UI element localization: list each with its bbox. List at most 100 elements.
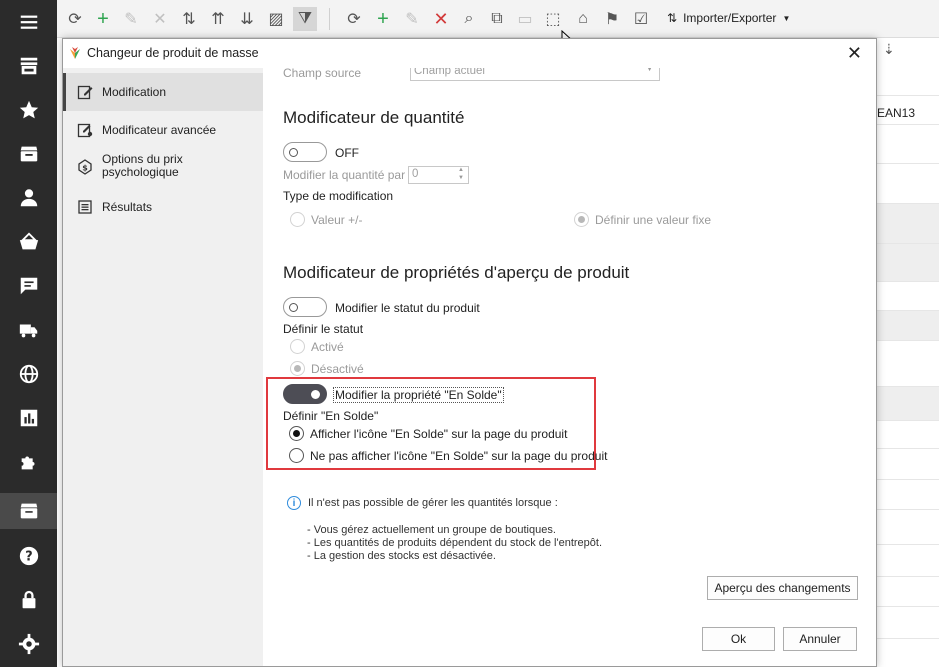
cancel-button[interactable]: Annuler: [783, 627, 857, 651]
nav-item-label: Modificateur avancée: [102, 123, 217, 137]
category-icon[interactable]: ⌂: [571, 7, 595, 31]
dialog-content: Champ source Champ actuel ▼ Modificateur…: [263, 68, 876, 666]
on-sale-toggle-label: Modifier la propriété "En Solde": [333, 387, 504, 403]
hide-on-sale-radio[interactable]: [289, 448, 304, 463]
nav-item-modification[interactable]: Modification: [63, 73, 263, 111]
add-icon[interactable]: +: [91, 7, 115, 31]
cancel-label: Annuler: [799, 632, 841, 646]
edit-icon[interactable]: ✎: [400, 7, 424, 31]
active-radio[interactable]: [290, 339, 305, 354]
import-export-button[interactable]: ⇅ Importer/Exporter ▼: [667, 11, 790, 25]
unassign-icon[interactable]: ⚑: [600, 7, 624, 31]
delete-icon[interactable]: ✕: [429, 7, 453, 31]
nav-item-results[interactable]: Résultats: [63, 197, 263, 217]
list-icon: [78, 200, 92, 214]
dialog-title: Changeur de produit de masse: [87, 46, 259, 60]
close-icon[interactable]: ✕: [847, 43, 862, 64]
filter-icon[interactable]: ⇣: [883, 41, 895, 58]
quantity-stepper[interactable]: 0 ▲ ▼: [408, 166, 469, 184]
quantity-section-title: Modificateur de quantité: [283, 108, 465, 127]
edit-note-icon: [77, 85, 93, 100]
inbox-icon[interactable]: [0, 136, 57, 172]
chevron-down-icon: ▼: [646, 68, 653, 73]
edit-icon[interactable]: ✎: [119, 7, 143, 31]
star-icon[interactable]: [0, 92, 57, 128]
modify-quantity-label: Modifier la quantité par: [283, 168, 406, 182]
refresh-icon[interactable]: ⟳: [63, 7, 87, 31]
nav-item-label: Résultats: [102, 200, 153, 214]
svg-text:$: $: [82, 164, 88, 173]
on-sale-toggle[interactable]: [283, 384, 327, 404]
modification-type-label: Type de modification: [283, 189, 394, 203]
price-tag-icon: $: [78, 159, 92, 175]
mass-product-changer-dialog: Changeur de produit de masse ✕ Modificat…: [62, 38, 877, 667]
globe-icon[interactable]: [0, 356, 57, 392]
add-icon[interactable]: +: [371, 7, 395, 31]
chevron-down-icon: ▼: [782, 13, 791, 23]
lock-icon[interactable]: [0, 582, 57, 618]
catalog-icon[interactable]: [0, 493, 57, 529]
status-toggle-label: Modifier le statut du produit: [335, 301, 480, 315]
preview-changes-button[interactable]: Aperçu des changements: [707, 576, 858, 600]
info-line: - Vous gérez actuellement un groupe de b…: [307, 524, 556, 536]
clone-icon[interactable]: ⬚: [541, 7, 565, 31]
ok-label: Ok: [730, 632, 747, 646]
user-icon[interactable]: [0, 180, 57, 216]
chat-icon[interactable]: [0, 268, 57, 304]
delete-icon[interactable]: ✕: [148, 7, 172, 31]
status-toggle[interactable]: [283, 297, 327, 317]
inactive-radio[interactable]: [290, 361, 305, 376]
info-line: - La gestion des stocks est désactivée.: [307, 550, 496, 562]
help-icon[interactable]: ?: [0, 538, 57, 574]
filter-icon[interactable]: ⧩: [293, 7, 317, 31]
import-up-icon[interactable]: ⇈: [206, 7, 230, 31]
basket-icon[interactable]: [0, 224, 57, 260]
fixed-value-label: Définir une valeur fixe: [595, 213, 712, 227]
sort-icon[interactable]: ⇅: [177, 7, 201, 31]
left-nav-rail: ?: [0, 0, 57, 667]
store-icon[interactable]: [0, 48, 57, 84]
on-sale-label: Définir "En Solde": [283, 409, 379, 423]
image-icon[interactable]: ▨: [264, 7, 288, 31]
preview-section-title: Modificateur de propriétés d'aperçu de p…: [283, 263, 630, 282]
nav-item-advanced[interactable]: Modificateur avancée: [63, 120, 263, 140]
import-down-icon[interactable]: ⇊: [235, 7, 259, 31]
paste-icon[interactable]: ▭: [513, 7, 537, 31]
column-header-ean13[interactable]: EAN13: [877, 106, 915, 120]
gear-icon[interactable]: [0, 626, 57, 662]
show-on-sale-label: Afficher l'icône "En Solde" sur la page …: [310, 427, 568, 441]
quantity-toggle-label: OFF: [335, 146, 359, 160]
refresh-icon[interactable]: ⟳: [342, 7, 366, 31]
info-line: - Les quantités de produits dépendent du…: [307, 537, 603, 549]
quantity-value: 0: [412, 168, 419, 180]
inactive-label: Désactivé: [311, 362, 364, 376]
show-on-sale-radio[interactable]: [289, 426, 304, 441]
background-product-grid: ⇣ EAN13: [877, 38, 939, 667]
ok-button[interactable]: Ok: [702, 627, 775, 651]
hide-on-sale-label: Ne pas afficher l'icône "En Solde" sur l…: [310, 449, 608, 463]
svg-text:?: ?: [25, 550, 32, 565]
value-plus-minus-radio[interactable]: [290, 212, 305, 227]
fixed-value-radio[interactable]: [574, 212, 589, 227]
search-icon[interactable]: ⌕: [457, 7, 481, 31]
nav-item-label: Modification: [102, 85, 167, 99]
copy-icon[interactable]: ⧉: [485, 7, 509, 31]
assign-icon[interactable]: ☑: [629, 7, 653, 31]
quantity-toggle[interactable]: [283, 142, 327, 162]
status-label: Définir le statut: [283, 322, 364, 336]
stats-icon[interactable]: [0, 400, 57, 436]
truck-icon[interactable]: [0, 312, 57, 348]
main-toolbar: ⟳ + ✎ ✕ ⇅ ⇈ ⇊ ▨ ⧩ ⟳ + ✎ ✕ ⌕ ⧉ ▭ ⬚ ⌂ ⚑ ☑ …: [57, 0, 939, 38]
advanced-edit-icon: [77, 123, 93, 138]
dialog-titlebar: Changeur de produit de masse ✕: [63, 39, 876, 68]
nav-item-label: Options du prix psychologique: [102, 152, 183, 179]
hamburger-menu-icon[interactable]: [0, 4, 57, 40]
info-heading: Il n'est pas possible de gérer les quant…: [308, 497, 558, 509]
puzzle-icon[interactable]: [0, 444, 57, 480]
stepper-arrows-icon: ▲ ▼: [458, 167, 464, 181]
preview-changes-label: Aperçu des changements: [714, 581, 851, 595]
nav-item-psychological-price[interactable]: $ Options du prix psychologique: [63, 153, 263, 183]
source-field-label: Champ source: [283, 68, 362, 80]
source-field-select[interactable]: Champ actuel ▼: [410, 68, 660, 81]
app-logo-icon: [70, 47, 80, 59]
